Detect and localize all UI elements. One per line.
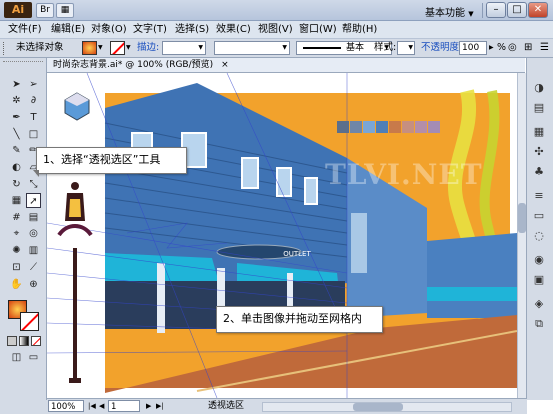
document-tab[interactable]: 时尚杂志背景.ai* @ 100% (RGB/预览) ×: [47, 58, 525, 73]
chevron-right-icon[interactable]: ▶: [489, 44, 494, 51]
bridge-icon[interactable]: Br: [36, 3, 54, 18]
slice-tool-icon[interactable]: ⟋: [26, 260, 41, 275]
vertical-scrollbar[interactable]: [517, 73, 526, 398]
opacity-field[interactable]: 100: [459, 41, 487, 55]
first-artboard-icon[interactable]: |◀: [88, 400, 96, 412]
column-graph-tool-icon[interactable]: ▥: [26, 243, 41, 258]
selection-status: 未选择对象: [16, 42, 64, 53]
app-logo: Ai: [4, 2, 32, 18]
panel-grip[interactable]: [3, 61, 43, 66]
stroke-color-box[interactable]: [20, 312, 39, 331]
artboard-tool-icon[interactable]: ⊡: [9, 260, 24, 275]
none-mode-icon[interactable]: [31, 336, 41, 346]
rotate-tool-icon[interactable]: ↻: [9, 177, 24, 192]
scale-tool-icon[interactable]: ⤡: [26, 177, 41, 192]
maximize-button[interactable]: □: [507, 2, 527, 18]
panel-menu-icon[interactable]: ☰: [540, 42, 552, 54]
selection-tool-icon[interactable]: ➤: [9, 77, 24, 92]
arrange-documents-icon[interactable]: ▦: [56, 3, 74, 18]
symbols-icon[interactable]: ♣: [530, 164, 548, 180]
variable-width-profile[interactable]: ▼: [214, 41, 290, 55]
next-artboard-icon[interactable]: ▶: [146, 400, 151, 412]
line-tool-icon[interactable]: ╲: [9, 127, 24, 142]
menu-help[interactable]: 帮助(H): [342, 21, 377, 39]
menu-view[interactable]: 视图(V): [258, 21, 293, 39]
type-tool-icon[interactable]: T: [26, 110, 41, 125]
menu-effect[interactable]: 效果(C): [216, 21, 251, 39]
chevron-down-icon[interactable]: ▼: [126, 44, 131, 51]
graphic-style-swatch[interactable]: ▼: [397, 41, 415, 55]
divider: [482, 3, 483, 18]
color-guide-icon[interactable]: ▤: [530, 100, 548, 116]
appearance-icon[interactable]: ◉: [530, 252, 548, 268]
opacity-label[interactable]: 不透明度:: [421, 40, 462, 56]
rectangle-tool-icon[interactable]: □: [26, 127, 41, 142]
graphic-styles-icon[interactable]: ▣: [530, 272, 548, 288]
chevron-down-icon[interactable]: ▼: [98, 44, 103, 51]
prev-artboard-icon[interactable]: ◀: [99, 400, 104, 412]
swatches-icon[interactable]: ▦: [530, 124, 548, 140]
stroke-panel-icon[interactable]: ≡: [530, 188, 548, 204]
scroll-thumb[interactable]: [518, 203, 526, 233]
menu-window[interactable]: 窗口(W): [299, 21, 337, 39]
left-status-area: [0, 400, 47, 414]
artboard-number-field[interactable]: 1: [108, 400, 140, 412]
eyedropper-tool-icon[interactable]: ⌖: [9, 226, 24, 241]
direct-selection-tool-icon[interactable]: ➢: [26, 77, 41, 92]
pen-tool-icon[interactable]: ✒: [9, 110, 24, 125]
menu-edit[interactable]: 编辑(E): [51, 21, 85, 39]
artboards-icon[interactable]: ⧉: [530, 316, 548, 332]
perspective-selection-tool-icon[interactable]: ➚: [26, 193, 41, 208]
zoom-field[interactable]: 100%: [48, 400, 84, 412]
layers-icon[interactable]: ◈: [530, 296, 548, 312]
blob-brush-tool-icon[interactable]: ◐: [9, 160, 24, 175]
color-mode-icon[interactable]: [7, 336, 17, 346]
callout-pointer: [33, 170, 39, 177]
paintbrush-tool-icon[interactable]: ✎: [9, 143, 24, 158]
stroke-weight-field[interactable]: ▼: [162, 41, 206, 55]
style-label: 样式:: [374, 42, 397, 53]
menu-select[interactable]: 选择(S): [175, 21, 209, 39]
menu-file[interactable]: 文件(F): [8, 21, 42, 39]
zoom-tool-icon[interactable]: ⊕: [26, 277, 41, 292]
lasso-tool-icon[interactable]: ∂: [26, 93, 41, 108]
blend-tool-icon[interactable]: ◎: [26, 226, 41, 241]
draw-mode-icon[interactable]: ◫: [9, 350, 24, 365]
gradient-tool-icon[interactable]: ▤: [26, 210, 41, 225]
close-button[interactable]: ✕: [528, 2, 548, 18]
hand-tool-icon[interactable]: ✋: [9, 277, 24, 292]
watermark: TLVI.NET: [325, 158, 483, 191]
last-artboard-icon[interactable]: ▶|: [156, 400, 164, 412]
menu-type[interactable]: 文字(T): [133, 21, 167, 39]
store-sign-text: OUTLET: [283, 250, 311, 258]
callout-step-1: 1、选择“透视选区”工具: [36, 147, 187, 174]
magic-wand-tool-icon[interactable]: ✲: [9, 93, 24, 108]
transparency-icon[interactable]: ◌: [530, 228, 548, 244]
gradient-mode-icon[interactable]: [19, 336, 29, 346]
brushes-icon[interactable]: ✣: [530, 144, 548, 160]
grip-handle[interactable]: [3, 42, 6, 55]
fill-swatch[interactable]: [82, 41, 97, 55]
align-icon[interactable]: ⊞: [524, 42, 536, 54]
gradient-panel-icon[interactable]: ▭: [530, 208, 548, 224]
callout-step-2: 2、单击图像并拖动至网格内: [216, 306, 383, 333]
perspective-grid-tool-icon[interactable]: ▦: [9, 193, 24, 208]
stroke-swatch[interactable]: [110, 41, 125, 55]
color-panel-icon[interactable]: ◑: [530, 80, 548, 96]
workspace-switcher[interactable]: 基本功能 ▼: [425, 4, 474, 19]
horizontal-scrollbar[interactable]: [262, 402, 512, 412]
symbol-sprayer-tool-icon[interactable]: ✺: [9, 243, 24, 258]
minimize-button[interactable]: –: [486, 2, 506, 18]
percent-unit: %: [497, 42, 507, 53]
artwork: [47, 73, 517, 398]
recolor-icon[interactable]: ◎: [508, 42, 520, 54]
current-tool-status[interactable]: 透视选区: [208, 400, 244, 412]
h-scroll-thumb[interactable]: [353, 403, 403, 411]
mesh-tool-icon[interactable]: #: [9, 210, 24, 225]
menu-object[interactable]: 对象(O): [91, 21, 127, 39]
screen-mode-icon[interactable]: ▭: [26, 350, 41, 365]
stroke-label[interactable]: 描边:: [137, 40, 159, 56]
